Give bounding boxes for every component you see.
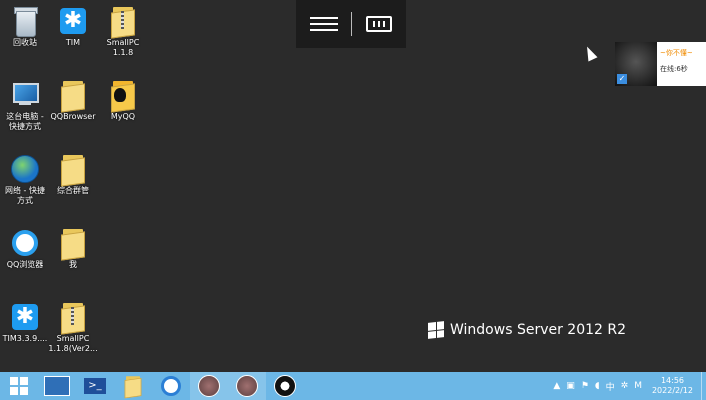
myqq-folder[interactable]: MyQQ (98, 80, 148, 122)
taskbar-explorer[interactable] (114, 372, 152, 400)
keyboard-icon (366, 16, 392, 32)
desktop: 回收站 这台电脑 - 快捷方式 网络 - 快捷 方式 QQ浏览器 ✱ TIM3.… (0, 0, 706, 372)
contact-name: ~你不懂~ (660, 49, 693, 57)
recycle-bin-icon (14, 7, 38, 37)
taskbar: >_ ▲ ▣ ⚑ ◖ 中 ✲ M 14:56 2022/2/12 (0, 372, 706, 400)
me-folder-label: 我 (69, 260, 77, 269)
group-manager-label: 综合群管 (57, 186, 89, 195)
server-manager-icon (44, 376, 70, 396)
tim-icon: ✱ (12, 304, 38, 330)
tim339-label: TIM3.3.9.... (2, 334, 48, 343)
clock[interactable]: 14:56 2022/2/12 (652, 376, 693, 396)
flag-icon[interactable]: ⚑ (581, 381, 589, 391)
qq-browser-icon (12, 230, 38, 256)
smallpc-zip[interactable]: SmallPC 1.1.8(Ver2... (48, 302, 98, 354)
hamburger-icon (309, 17, 338, 19)
volume-icon[interactable]: ◖ (595, 381, 600, 391)
network-label: 网络 - 快捷 方式 (5, 186, 45, 205)
zip-folder-icon (61, 303, 85, 335)
start-button[interactable] (0, 372, 38, 400)
watermark-text: Windows Server 2012 R2 (450, 322, 627, 338)
smallpc-top-label: SmallPC 1.1.8 (106, 38, 140, 57)
windows-start-icon (10, 377, 28, 395)
tim-shortcut[interactable]: ✱ TIM (48, 6, 98, 48)
taskbar-browser[interactable] (152, 372, 190, 400)
group-manager-folder[interactable]: 综合群管 (48, 154, 98, 196)
tim339-shortcut[interactable]: ✱ TIM3.3.9.... (0, 302, 50, 344)
check-icon: ✓ (617, 74, 627, 84)
ime-indicator[interactable]: 中 (606, 380, 615, 393)
online-status: 在线:6秒 (660, 65, 688, 73)
avatar: ✓ (615, 42, 657, 86)
qq-browser-label: QQ浏览器 (6, 260, 44, 269)
system-tray: ▲ ▣ ⚑ ◖ 中 ✲ M 14:56 2022/2/12 (553, 376, 701, 396)
smallpc-zip-label: SmallPC 1.1.8(Ver2... (48, 334, 98, 353)
windows-watermark: Windows Server 2012 R2 (428, 321, 627, 339)
menu-button[interactable] (296, 0, 351, 48)
ime-mode[interactable]: M (634, 381, 642, 391)
qqbrowser-folder-label: QQBrowser (50, 112, 96, 121)
this-pc-shortcut[interactable]: 这台电脑 - 快捷方式 (0, 80, 50, 132)
smallpc-zip-top[interactable]: SmallPC 1.1.8 (98, 6, 148, 58)
me-folder[interactable]: 我 (48, 228, 98, 270)
chevron-up-icon[interactable]: ▲ (553, 381, 560, 391)
app-avatar-icon (198, 375, 220, 397)
keyboard-button[interactable] (352, 0, 406, 48)
file-explorer-icon (124, 376, 142, 399)
qq-penguin-icon (274, 375, 296, 397)
network-status-icon[interactable]: ▣ (566, 381, 575, 391)
taskbar-app-2[interactable] (228, 372, 266, 400)
qq-browser-shortcut[interactable]: QQ浏览器 (0, 228, 50, 270)
penguin-icon (114, 88, 126, 102)
computer-icon (11, 83, 39, 107)
show-desktop-button[interactable] (701, 372, 706, 400)
taskbar-server-manager[interactable] (38, 372, 76, 400)
recycle-bin-shortcut[interactable]: 回收站 (0, 6, 50, 48)
clock-time: 14:56 (660, 376, 685, 385)
remote-toolbar (296, 0, 406, 48)
taskbar-app-1[interactable] (190, 372, 228, 400)
powershell-icon: >_ (84, 378, 106, 394)
network-shortcut[interactable]: 网络 - 快捷 方式 (0, 154, 50, 206)
this-pc-label: 这台电脑 - 快捷方式 (6, 112, 44, 131)
folder-icon (61, 81, 85, 113)
qq-login-notification[interactable]: ✓ ~你不懂~ 在线:6秒 (615, 42, 706, 86)
folder-icon (61, 229, 85, 261)
settings-icon[interactable]: ✲ (621, 381, 629, 391)
browser-icon (161, 376, 181, 396)
recycle-bin-label: 回收站 (13, 38, 37, 47)
taskbar-powershell[interactable]: >_ (76, 372, 114, 400)
network-globe-icon (11, 155, 39, 183)
clock-date: 2022/2/12 (651, 386, 693, 395)
zip-folder-icon (111, 7, 135, 39)
folder-icon (61, 155, 85, 187)
tim-label: TIM (65, 38, 81, 47)
qqbrowser-folder[interactable]: QQBrowser (48, 80, 98, 122)
taskbar-qq[interactable] (266, 372, 304, 400)
app-avatar-icon (236, 375, 258, 397)
myqq-label: MyQQ (110, 112, 136, 121)
tim-icon: ✱ (60, 8, 86, 34)
windows-logo-icon (428, 321, 444, 339)
